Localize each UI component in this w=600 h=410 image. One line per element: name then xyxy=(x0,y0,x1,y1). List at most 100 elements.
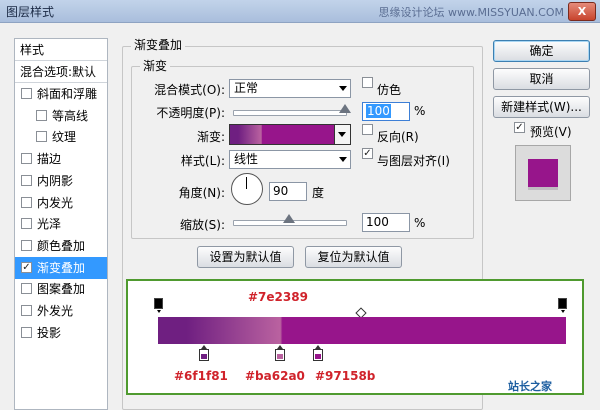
style-item-checkbox[interactable]: ✓ xyxy=(21,261,32,273)
set-default-button[interactable]: 设置为默认值 xyxy=(197,246,294,268)
style-item-checkbox[interactable] xyxy=(21,326,32,338)
group-title: 渐变叠加 xyxy=(131,36,186,53)
blend-mode-select[interactable]: 正常 xyxy=(229,79,351,98)
dither-label: 仿色 xyxy=(377,83,402,97)
style-item-label: 外发光 xyxy=(37,304,74,318)
style-item[interactable]: 光泽 xyxy=(15,213,107,235)
color-stop-2[interactable] xyxy=(275,345,285,361)
annotation-stop-3: #97158b xyxy=(315,369,376,383)
style-item[interactable]: 内阴影 xyxy=(15,170,107,192)
subgroup-title: 渐变 xyxy=(140,57,171,74)
opacity-slider-thumb[interactable] xyxy=(339,104,351,113)
preview-label: 预览(V) xyxy=(530,125,572,139)
style-label: 样式(L): xyxy=(180,154,225,168)
preview-checkbox[interactable]: ✓ xyxy=(514,122,525,133)
style-item[interactable]: 图案叠加 xyxy=(15,278,107,300)
style-item[interactable]: 外发光 xyxy=(15,300,107,322)
style-item-checkbox[interactable] xyxy=(21,239,32,251)
annotation-stop-2: #ba62a0 xyxy=(245,369,305,383)
style-item[interactable]: 内发光 xyxy=(15,192,107,214)
opacity-stop-right[interactable] xyxy=(558,298,567,313)
close-button[interactable]: X xyxy=(568,2,596,21)
style-item-label: 描边 xyxy=(37,152,62,167)
close-icon: X xyxy=(577,5,587,18)
style-item-checkbox[interactable] xyxy=(21,196,32,208)
gradient-label: 渐变: xyxy=(196,130,225,144)
opacity-stop-left[interactable] xyxy=(154,298,163,313)
preview-thumbnail xyxy=(515,145,571,201)
opacity-unit: % xyxy=(414,104,426,118)
style-item-checkbox[interactable] xyxy=(21,283,32,295)
window-title: 图层样式 xyxy=(6,5,55,19)
new-style-button[interactable]: 新建样式(W)... xyxy=(493,96,590,118)
chevron-down-icon xyxy=(338,132,346,137)
style-item-label: 内发光 xyxy=(37,195,74,210)
color-stop-1-swatch xyxy=(201,354,207,359)
style-item-label: 纹理 xyxy=(52,130,77,145)
angle-value: 90 xyxy=(273,184,289,198)
style-item-label: 渐变叠加 xyxy=(37,260,86,275)
style-item-label: 光泽 xyxy=(37,217,62,232)
style-item[interactable]: 斜面和浮雕 xyxy=(15,83,107,105)
style-value: 线性 xyxy=(234,152,259,166)
gradient-bar[interactable] xyxy=(158,317,566,344)
annotation-top: #7e2389 xyxy=(248,290,308,304)
color-stop-2-swatch xyxy=(277,354,283,359)
align-with-layer-label: 与图层对齐(I) xyxy=(377,154,450,168)
style-item-checkbox[interactable] xyxy=(21,305,32,316)
title-bar: 图层样式 思缘设计论坛 www.MISSYUAN.COM X xyxy=(0,0,600,23)
gradient-picker[interactable] xyxy=(229,124,335,145)
scale-label: 缩放(S): xyxy=(179,218,225,232)
chevron-down-icon xyxy=(339,86,347,91)
opacity-input[interactable]: 100 xyxy=(362,102,410,121)
logo-text: 站长之家 xyxy=(508,380,552,393)
style-list: 样式 混合选项:默认 斜面和浮雕等高线纹理描边内阴影内发光光泽颜色叠加 ✓ 渐变叠加… xyxy=(14,38,108,410)
style-item-label: 斜面和浮雕 xyxy=(37,87,98,101)
angle-input[interactable]: 90 xyxy=(269,182,307,201)
style-item-checkbox[interactable] xyxy=(36,131,47,143)
preview-swatch xyxy=(528,159,558,190)
annotation-stop-1: #6f1f81 xyxy=(174,369,228,383)
blend-options-item[interactable]: 混合选项:默认 xyxy=(15,61,107,83)
style-item-checkbox[interactable] xyxy=(21,88,32,99)
style-item-checkbox[interactable] xyxy=(21,153,32,165)
gradient-dropdown-button[interactable] xyxy=(335,124,351,145)
style-item-checkbox[interactable] xyxy=(21,174,32,186)
reset-default-button[interactable]: 复位为默认值 xyxy=(305,246,402,268)
opacity-value: 100 xyxy=(366,104,391,118)
angle-dial[interactable] xyxy=(231,173,263,205)
scale-input[interactable]: 100 xyxy=(362,213,410,232)
opacity-slider-track[interactable] xyxy=(233,110,347,116)
scale-slider-thumb[interactable] xyxy=(283,214,295,223)
align-with-layer-checkbox[interactable]: ✓ xyxy=(362,148,373,159)
ok-button[interactable]: 确定 xyxy=(493,40,590,62)
style-item-label: 等高线 xyxy=(52,108,89,123)
blend-mode-label: 混合模式(O): xyxy=(154,83,225,97)
angle-dial-needle xyxy=(246,177,247,189)
color-stop-3-swatch xyxy=(315,354,321,359)
color-stop-3[interactable] xyxy=(313,345,323,361)
style-item[interactable]: 描边 xyxy=(15,148,107,170)
chevron-down-icon xyxy=(339,157,347,162)
style-item-label: 内阴影 xyxy=(37,173,74,188)
style-item[interactable]: 等高线 xyxy=(15,105,107,127)
style-item[interactable]: 颜色叠加 xyxy=(15,235,107,257)
reverse-checkbox[interactable] xyxy=(362,124,373,135)
style-select[interactable]: 线性 xyxy=(229,150,351,169)
style-item-checkbox[interactable] xyxy=(36,109,47,121)
style-item-label: 颜色叠加 xyxy=(37,238,86,253)
blend-mode-value: 正常 xyxy=(234,81,259,95)
style-item-checkbox[interactable] xyxy=(21,218,32,230)
angle-unit: 度 xyxy=(312,186,325,200)
dither-checkbox[interactable] xyxy=(362,77,373,88)
site-logo: 站长之家 xyxy=(508,378,586,402)
style-item[interactable]: 投影 xyxy=(15,322,107,344)
color-stop-1[interactable] xyxy=(199,345,209,361)
scale-value: 100 xyxy=(366,215,389,229)
watermark-text: 思缘设计论坛 www.MISSYUAN.COM xyxy=(378,6,564,19)
style-item[interactable]: 纹理 xyxy=(15,126,107,148)
cancel-button[interactable]: 取消 xyxy=(493,68,590,90)
style-list-header[interactable]: 样式 xyxy=(15,39,107,61)
opacity-label: 不透明度(P): xyxy=(156,106,225,120)
style-item[interactable]: ✓ 渐变叠加 xyxy=(15,256,107,279)
